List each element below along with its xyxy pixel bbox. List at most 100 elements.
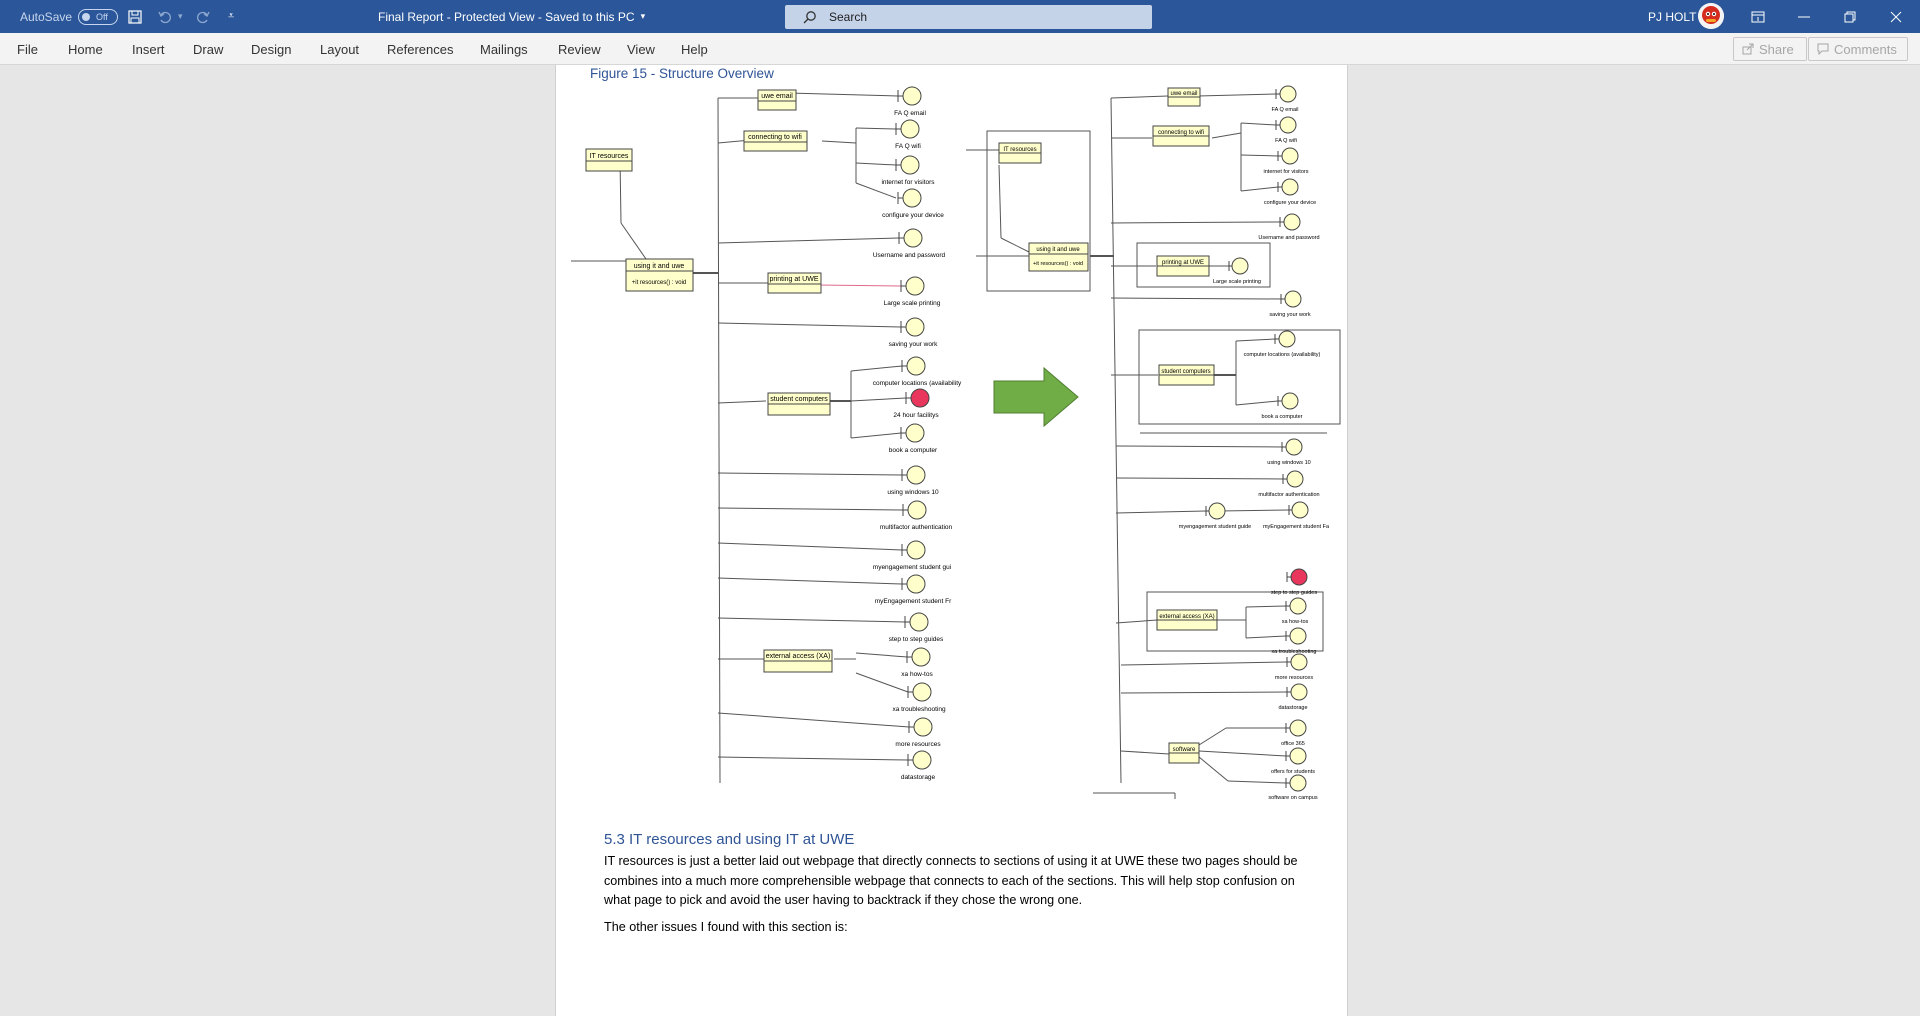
share-button[interactable]: Share (1733, 37, 1807, 61)
tab-home[interactable]: Home (68, 33, 103, 65)
tab-design[interactable]: Design (251, 33, 291, 65)
search-box[interactable]: Search (785, 5, 1152, 29)
comment-icon (1817, 43, 1829, 55)
boundary-node: xa troubleshooting (892, 682, 946, 713)
tab-file[interactable]: File (17, 33, 38, 65)
node-label: using windows 10 (1267, 460, 1310, 466)
boundary-node: myengagement student guide (1179, 502, 1251, 530)
node-label: xa troubleshooting (1272, 649, 1317, 655)
node-label: Large scale printing (1213, 279, 1261, 285)
node-label: computer locations (availability) (1244, 352, 1321, 358)
tab-mailings[interactable]: Mailings (480, 33, 528, 65)
boundary-node: internet for visitors (1264, 147, 1309, 175)
boundary-node: xa troubleshooting (1272, 627, 1317, 655)
class-box: software (1168, 742, 1200, 764)
class-label: uwe email (761, 93, 793, 100)
class-box: printing at UWE (1156, 255, 1210, 277)
node-label: FA Q wifi (895, 143, 921, 150)
title-dropdown-icon: ▾ (640, 11, 646, 21)
boundary-node: FA Q wifi (1275, 116, 1297, 144)
ribbon-tab-bar: File Home Insert Draw Design Layout Refe… (0, 33, 1920, 65)
document-title-text: Final Report - Protected View - Saved to… (378, 9, 635, 24)
save-icon[interactable] (127, 0, 143, 33)
undo-dropdown-icon[interactable]: ▾ (178, 0, 183, 33)
share-icon (1742, 43, 1754, 55)
class-label: using it and uwe (1036, 247, 1080, 253)
tab-references[interactable]: References (387, 33, 453, 65)
node-label: more resources (895, 741, 941, 748)
avatar[interactable] (1698, 3, 1724, 29)
boundary-node: configure your device (1264, 178, 1316, 206)
comments-button[interactable]: Comments (1808, 37, 1908, 61)
section-heading: 5.3 IT resources and using IT at UWE (604, 831, 855, 848)
redo-icon[interactable] (195, 0, 211, 33)
undo-icon[interactable] (157, 0, 173, 33)
boundary-node: 24 hour facilitys (893, 388, 939, 419)
user-name[interactable]: PJ HOLT (1648, 0, 1696, 33)
node-label: software on campus (1268, 795, 1317, 801)
tab-view[interactable]: View (627, 33, 655, 65)
node-label: office 365 (1281, 741, 1305, 747)
document-page[interactable]: Figure 15 - Structure Overview uwe email… (555, 65, 1348, 1016)
autosave-toggle[interactable]: AutoSave Off (20, 0, 119, 33)
class-label: uwe email (1170, 91, 1197, 97)
node-label: offers for students (1271, 769, 1315, 775)
restore-icon[interactable] (1827, 0, 1873, 33)
ribbon-display-options-icon[interactable] (1735, 0, 1781, 33)
tab-help[interactable]: Help (681, 33, 708, 65)
boundary-node: book a computer (889, 423, 938, 454)
class-label: IT resources (1003, 147, 1036, 153)
class-box: using it and uwe +it resources() : void (1028, 242, 1089, 272)
boundary-node: saving your work (889, 317, 939, 348)
node-label: multifactor authentication (880, 524, 953, 531)
structure-diagram: uwe email connecting to wifi IT resource… (571, 85, 1341, 801)
node-label: xa how-tos (1282, 619, 1309, 625)
search-icon (803, 11, 816, 24)
boundary-node: myEngagement student Fr (875, 574, 952, 605)
autosave-switch[interactable]: Off (78, 8, 119, 25)
class-box: uwe email (1167, 87, 1201, 107)
tab-layout[interactable]: Layout (320, 33, 359, 65)
figure-caption: Figure 15 - Structure Overview (590, 66, 774, 81)
node-label: step to step guides (1271, 590, 1317, 596)
node-label: datastorage (901, 774, 936, 781)
boundary-node: using windows 10 (1267, 438, 1311, 466)
close-icon[interactable] (1873, 0, 1919, 33)
node-label: FA Q wifi (1275, 138, 1297, 144)
boundary-node: book a computer (1262, 392, 1303, 420)
node-label: using windows 10 (887, 489, 939, 496)
boundary-node: more resources (895, 717, 941, 748)
node-label: myEngagement student Fa (1263, 524, 1330, 530)
boundary-node: software on campus (1268, 774, 1318, 801)
tab-insert[interactable]: Insert (132, 33, 165, 65)
class-label: IT resources (590, 153, 629, 160)
search-placeholder: Search (829, 10, 868, 24)
class-box: IT resources (585, 148, 633, 172)
arrow-right-icon (993, 366, 1079, 428)
node-label: internet for visitors (881, 179, 935, 186)
document-title[interactable]: Final Report - Protected View - Saved to… (378, 0, 645, 33)
node-label: saving your work (889, 341, 939, 348)
class-method: +it resources() : void (632, 280, 687, 286)
tab-draw[interactable]: Draw (193, 33, 223, 65)
boundary-node: Large scale printing (884, 276, 941, 307)
node-label: book a computer (1262, 414, 1303, 420)
class-label: student computers (1161, 369, 1210, 375)
tab-review[interactable]: Review (558, 33, 601, 65)
class-label: printing at UWE (769, 276, 818, 283)
node-label: more resources (1275, 675, 1313, 681)
minimize-icon[interactable] (1781, 0, 1827, 33)
node-label: FA Q email (1272, 107, 1299, 113)
class-box: IT resources (998, 142, 1042, 164)
node-label: xa how-tos (901, 671, 933, 678)
node-label: datastorage (1278, 705, 1307, 711)
boundary-node: configure your device (882, 188, 944, 219)
customize-qat-icon[interactable]: ⩡ (228, 0, 234, 33)
class-label: connecting to wifi (1158, 130, 1204, 136)
boundary-node: offers for students (1271, 747, 1315, 775)
class-box: external access (XA) (1156, 609, 1218, 631)
boundary-node: FA Q email (1272, 85, 1299, 113)
boundary-node: computer locations (availability) (1244, 330, 1321, 358)
node-label: xa troubleshooting (892, 706, 946, 713)
boundary-node: xa how-tos (1282, 597, 1309, 625)
